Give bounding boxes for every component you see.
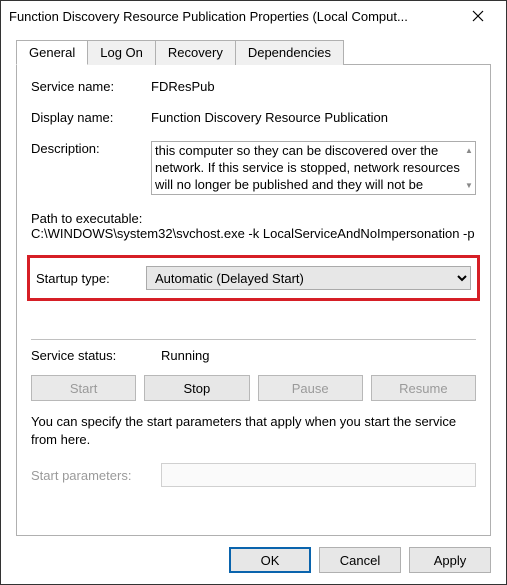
pause-button: Pause	[258, 375, 363, 401]
start-parameters-input	[161, 463, 476, 487]
tab-general[interactable]: General	[16, 40, 88, 65]
value-service-name: FDResPub	[151, 79, 476, 94]
close-button[interactable]	[458, 2, 498, 30]
row-display-name: Display name: Function Discovery Resourc…	[31, 110, 476, 125]
startup-type-highlight: Startup type: Automatic (Delayed Start)	[27, 255, 480, 301]
cancel-button[interactable]: Cancel	[319, 547, 401, 573]
value-service-status: Running	[161, 348, 209, 363]
value-display-name: Function Discovery Resource Publication	[151, 110, 476, 125]
tab-recovery[interactable]: Recovery	[155, 40, 236, 65]
service-buttons: Start Stop Pause Resume	[31, 375, 476, 401]
close-icon	[472, 10, 484, 22]
apply-button[interactable]: Apply	[409, 547, 491, 573]
dialog-footer: OK Cancel Apply	[1, 536, 506, 584]
description-textbox[interactable]: this computer so they can be discovered …	[151, 141, 476, 195]
resume-button: Resume	[371, 375, 476, 401]
window-title: Function Discovery Resource Publication …	[9, 9, 458, 24]
hint-text: You can specify the start parameters tha…	[31, 413, 476, 449]
row-path: Path to executable: C:\WINDOWS\system32\…	[31, 211, 476, 241]
scroll-down-icon[interactable]: ▼	[465, 177, 473, 194]
divider	[31, 339, 476, 340]
start-button: Start	[31, 375, 136, 401]
content-area: General Log On Recovery Dependencies Ser…	[1, 31, 506, 536]
label-display-name: Display name:	[31, 110, 151, 125]
tab-page-general: Service name: FDResPub Display name: Fun…	[16, 64, 491, 536]
scroll-up-icon[interactable]: ▲	[465, 142, 473, 159]
label-startup-type: Startup type:	[36, 271, 146, 286]
label-service-status: Service status:	[31, 348, 161, 363]
label-description: Description:	[31, 141, 151, 156]
value-path: C:\WINDOWS\system32\svchost.exe -k Local…	[31, 226, 476, 241]
row-start-parameters: Start parameters:	[31, 463, 476, 487]
row-startup-type: Startup type: Automatic (Delayed Start)	[36, 266, 471, 290]
row-service-status: Service status: Running	[31, 348, 476, 363]
tab-dependencies[interactable]: Dependencies	[235, 40, 344, 65]
row-service-name: Service name: FDResPub	[31, 79, 476, 94]
tab-logon[interactable]: Log On	[87, 40, 156, 65]
row-description: Description: this computer so they can b…	[31, 141, 476, 195]
dialog-window: Function Discovery Resource Publication …	[0, 0, 507, 585]
description-scrollbar[interactable]: ▲ ▼	[463, 142, 475, 194]
description-text: this computer so they can be discovered …	[155, 143, 460, 192]
label-service-name: Service name:	[31, 79, 151, 94]
titlebar: Function Discovery Resource Publication …	[1, 1, 506, 31]
startup-type-select[interactable]: Automatic (Delayed Start)	[146, 266, 471, 290]
label-start-parameters: Start parameters:	[31, 468, 161, 483]
stop-button[interactable]: Stop	[144, 375, 249, 401]
ok-button[interactable]: OK	[229, 547, 311, 573]
label-path: Path to executable:	[31, 211, 476, 226]
tab-strip: General Log On Recovery Dependencies	[16, 39, 491, 64]
